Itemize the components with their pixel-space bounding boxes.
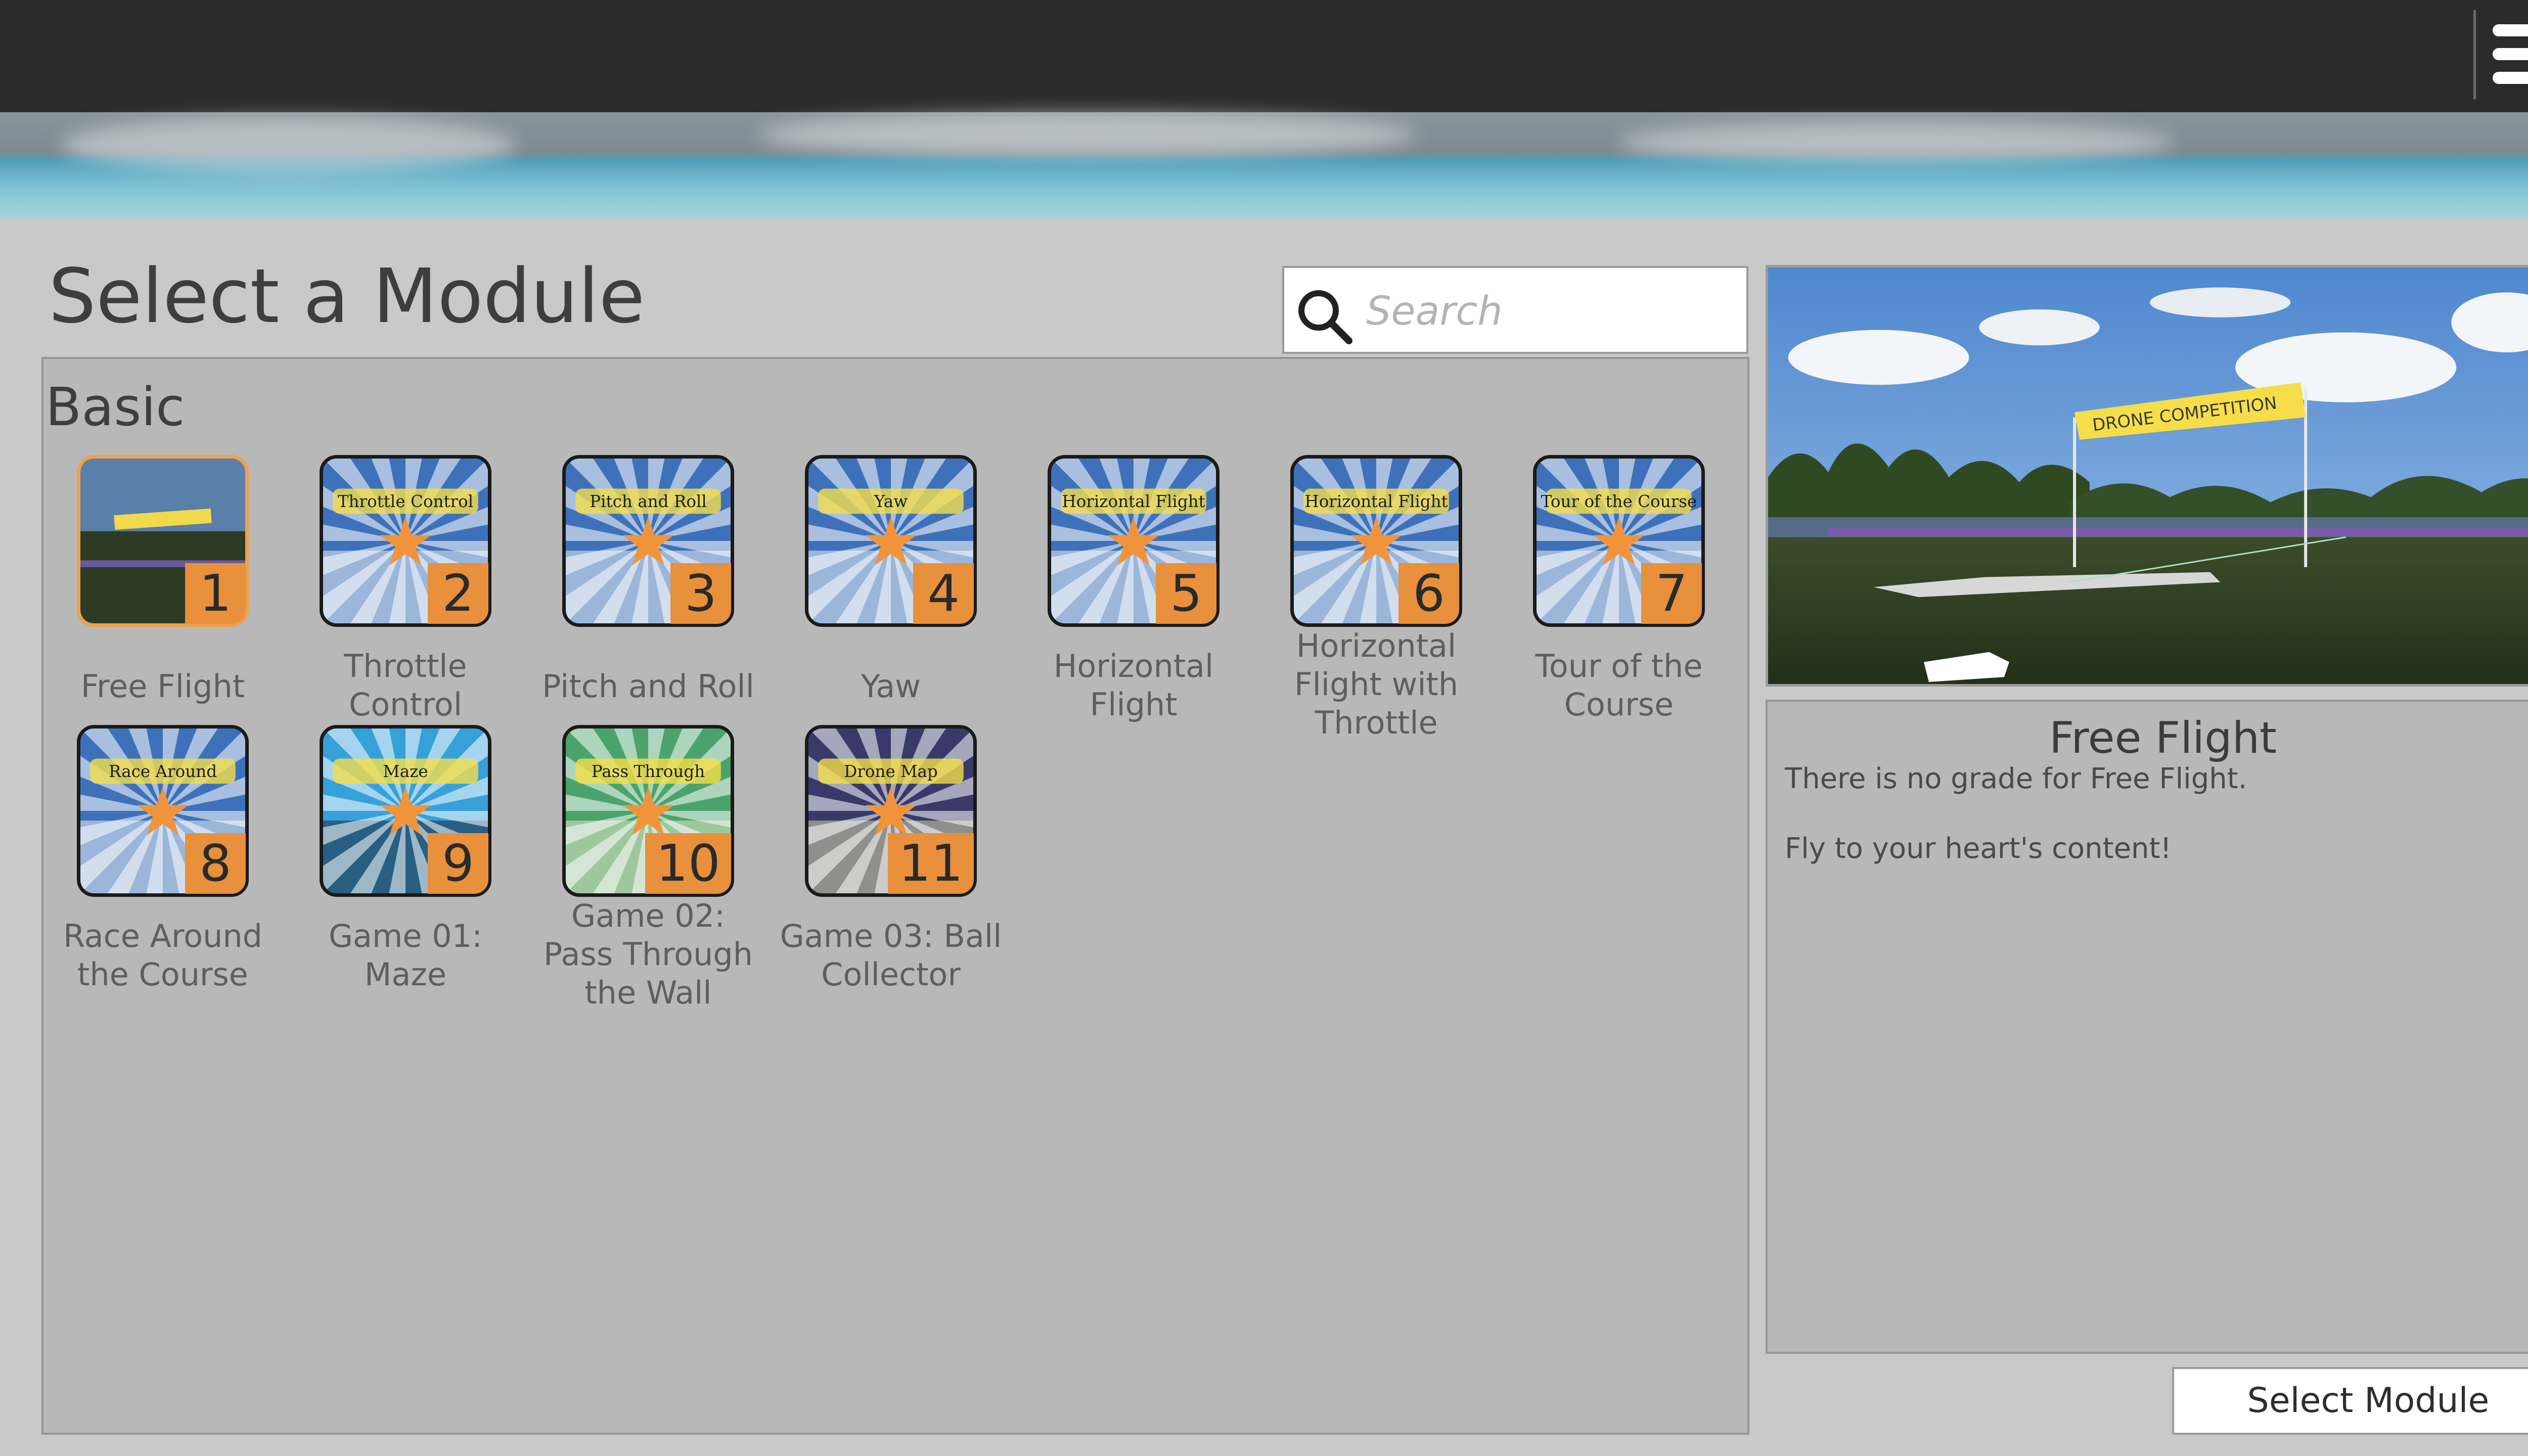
sky-header-banner: [0, 112, 2528, 218]
svg-text:Horizontal Flight: Horizontal Flight: [1062, 492, 1205, 511]
module-tile[interactable]: Horizontal Flight 5 Horizontal Flight: [1048, 455, 1220, 723]
section-label: Basic: [46, 376, 185, 438]
module-preview-image: DRONE COMPETITION: [1766, 265, 2528, 687]
search-input[interactable]: [1365, 278, 1731, 345]
module-name: Horizontal Flight with Throttle: [1294, 627, 1459, 741]
module-name: Throttle Control: [344, 648, 467, 723]
module-name: Horizontal Flight: [1053, 648, 1214, 723]
search-box[interactable]: [1282, 266, 1748, 354]
details-description: Fly to your heart's content!: [1785, 832, 2172, 865]
module-number-badge: 2: [428, 563, 488, 624]
module-tile[interactable]: Tour of the Course 7 Tour of the Course: [1533, 455, 1705, 723]
details-grade-text: There is no grade for Free Flight.: [1785, 762, 2247, 795]
module-number-badge: 3: [670, 563, 731, 624]
module-number-badge: 8: [185, 833, 246, 894]
svg-text:Pitch and Roll: Pitch and Roll: [590, 492, 707, 511]
svg-text:Throttle Control: Throttle Control: [338, 492, 473, 511]
module-name: Tour of the Course: [1535, 648, 1703, 723]
module-number-badge: 6: [1398, 563, 1459, 624]
module-tile[interactable]: Throttle Control 2 Throttle Control: [320, 455, 491, 723]
module-panel: Basic 1 Free Flight Throttle Control 2 T…: [41, 357, 1749, 1435]
svg-text:Race Around: Race Around: [109, 762, 217, 781]
module-tile[interactable]: Race Around 8 Race Around the Course: [63, 725, 262, 993]
module-name: Yaw: [861, 668, 921, 705]
svg-text:Drone Map: Drone Map: [844, 762, 938, 781]
module-name: Game 03: Ball Collector: [780, 918, 1002, 993]
top-bar: [0, 0, 2528, 112]
module-number-badge: 4: [913, 563, 974, 624]
module-name: Race Around the Course: [63, 918, 263, 993]
module-number-badge: 1: [185, 563, 246, 624]
topbar-divider: [2473, 10, 2476, 99]
module-tile[interactable]: Pitch and Roll 3 Pitch and Roll: [542, 455, 754, 705]
module-tile[interactable]: Horizontal Flight 6 Horizontal Flight wi…: [1290, 455, 1462, 741]
svg-text:Yaw: Yaw: [874, 492, 908, 511]
svg-text:Tour of the Course: Tour of the Course: [1541, 492, 1697, 511]
select-module-button[interactable]: Select Module: [2172, 1367, 2528, 1435]
module-tile[interactable]: Pass Through 10 Game 02: Pass Through th…: [544, 725, 753, 1011]
module-number-badge: 10: [645, 833, 731, 894]
module-name: Free Flight: [80, 668, 245, 705]
module-number-badge: 11: [888, 833, 974, 894]
module-details-panel: Free Flight There is no grade for Free F…: [1766, 700, 2528, 1354]
module-number-badge: 9: [428, 833, 488, 894]
module-tile[interactable]: 1 Free Flight: [77, 455, 249, 705]
details-title: Free Flight: [2049, 713, 2277, 763]
page-title: Select a Module: [49, 253, 645, 340]
module-number-badge: 5: [1156, 563, 1216, 624]
svg-text:Horizontal Flight: Horizontal Flight: [1304, 492, 1448, 511]
module-name: Game 01: Maze: [328, 918, 483, 993]
module-number-badge: 7: [1641, 563, 1702, 624]
svg-text:Pass Through: Pass Through: [592, 762, 705, 781]
module-name: Pitch and Roll: [542, 668, 754, 705]
search-icon: [1298, 290, 1352, 344]
svg-text:Maze: Maze: [383, 762, 428, 781]
module-tile[interactable]: Drone Map 11 Game 03: Ball Collector: [780, 725, 1002, 993]
module-name: Game 02: Pass Through the Wall: [543, 897, 753, 1011]
module-tile[interactable]: Maze 9 Game 01: Maze: [320, 725, 491, 993]
module-tile[interactable]: Yaw 4 Yaw: [805, 455, 977, 705]
hamburger-menu-icon[interactable]: [2493, 21, 2528, 87]
